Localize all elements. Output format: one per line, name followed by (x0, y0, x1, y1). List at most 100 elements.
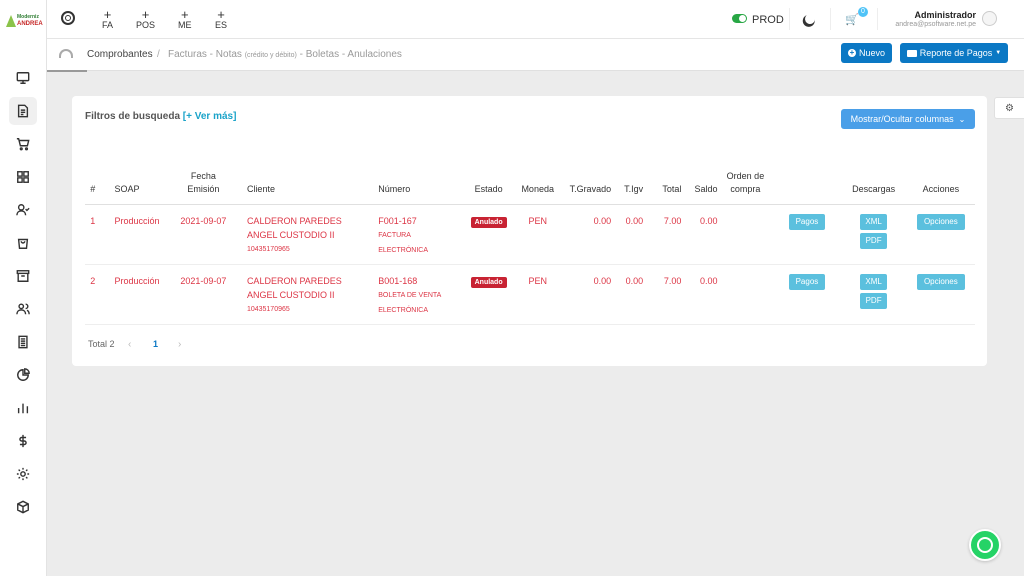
users-icon (16, 303, 30, 315)
sidebar-item-clients[interactable] (9, 196, 37, 224)
brand-logo[interactable]: Moderniz ANDREA (6, 13, 43, 31)
new-button[interactable]: + Nuevo (841, 43, 892, 63)
plus-icon: + (103, 7, 112, 22)
sidebar-item-finance[interactable] (9, 361, 37, 389)
cell-igv: 0.00 (611, 264, 644, 325)
document-type-line2: ELECTRÓNICA (378, 306, 428, 314)
toggle-columns-button[interactable]: Mostrar/Ocultar columnas ⌄ (841, 109, 975, 129)
sidebar-item-inventory[interactable] (9, 262, 37, 290)
payment-report-label: Reporte de Pagos (919, 48, 993, 58)
sidebar-item-settings[interactable] (9, 460, 37, 488)
sidebar-item-modules[interactable] (9, 493, 37, 521)
col-moneda: Moneda (511, 166, 564, 205)
breadcrumb-current-suffix: - Boletas - Anulaciones (299, 49, 402, 60)
new-button-label: Nuevo (858, 48, 885, 58)
col-numero: Número (368, 166, 466, 205)
cell-soap: Producción (100, 264, 170, 325)
target-icon[interactable] (61, 11, 75, 25)
gear-icon (16, 467, 30, 481)
gears-icon: ⚙ (1005, 102, 1014, 114)
sidebar-item-dashboard[interactable] (9, 64, 37, 92)
avatar[interactable] (982, 11, 997, 26)
environment-label: PROD (752, 14, 784, 26)
pagination: Total 2 ‹ 1 › (88, 339, 181, 350)
dashboard-gauge-icon (59, 49, 73, 58)
quick-link-es[interactable]: + ES (215, 8, 228, 30)
shopping-bag-icon (17, 238, 29, 249)
client-name-line1: CALDERON PAREDES (246, 215, 342, 226)
document-type-line2: ELECTRÓNICA (378, 246, 428, 254)
cell-estado: Anulado (465, 204, 512, 265)
payments-button[interactable]: Pagos (788, 273, 826, 290)
cell-moneda: PEN (511, 264, 564, 325)
environment-toggle[interactable] (732, 14, 747, 23)
sidebar: Moderniz ANDREA (0, 0, 47, 576)
options-button[interactable]: Opciones (916, 213, 965, 230)
plus-circle-icon: + (847, 48, 856, 57)
breadcrumb-root[interactable]: Comprobantes (87, 49, 153, 60)
cart-icon (16, 138, 30, 151)
quick-link-label: ES (215, 20, 228, 30)
sidebar-item-users[interactable] (9, 295, 37, 323)
documents-table: # SOAP Fecha Emisión Cliente Número Estad… (85, 166, 975, 325)
cell-saldo: 0.00 (681, 264, 718, 325)
client-name-line2: ANGEL CUSTODIO II (246, 229, 335, 240)
logo-mark-icon (6, 15, 16, 27)
col-soap: SOAP (100, 166, 170, 205)
divider (877, 8, 878, 30)
sidebar-item-receipts[interactable] (9, 328, 37, 356)
cell-moneda: PEN (511, 204, 564, 265)
whatsapp-icon[interactable] (969, 529, 1001, 561)
cart-icon[interactable]: 🛒 (845, 13, 859, 26)
cell-numero: B001-168 BOLETA DE VENTA ELECTRÓNICA (368, 264, 466, 325)
col-fecha: Fecha Emisión (169, 166, 237, 205)
breadcrumb-current-small: (crédito y débito) (244, 52, 297, 59)
download-xml-button[interactable]: XML (860, 273, 888, 290)
cell-gravado: 0.00 (563, 204, 612, 265)
sidebar-item-payments[interactable] (9, 427, 37, 455)
table-row: 2 Producción 2021-09-07 CALDERON PAREDES… (85, 264, 975, 325)
cell-pagos: Pagos (773, 204, 841, 265)
options-button[interactable]: Opciones (916, 273, 965, 290)
moon-icon[interactable] (803, 12, 817, 26)
caret-down-icon: ▼ (995, 50, 1002, 56)
quick-link-pos[interactable]: + POS (136, 8, 155, 30)
download-xml-button[interactable]: XML (860, 213, 888, 230)
document-icon (17, 104, 29, 118)
plus-icon: + (180, 7, 189, 22)
cell-cliente: CALDERON PAREDES ANGEL CUSTODIO II 10435… (236, 264, 369, 325)
grid-icon (17, 171, 29, 183)
col-descargas: Descargas (840, 166, 907, 205)
show-more-filters-link[interactable]: [+ Ver más] (183, 111, 237, 122)
table-header-row: # SOAP Fecha Emisión Cliente Número Estad… (85, 166, 975, 205)
quick-link-fa[interactable]: + FA (102, 7, 113, 30)
user-check-icon (16, 204, 30, 216)
user-email: andrea@psoftware.net.pe (895, 21, 976, 28)
sidebar-item-products[interactable] (9, 229, 37, 257)
col-fecha-l1: Fecha (190, 170, 216, 181)
client-name-line1: CALDERON PAREDES (246, 275, 342, 286)
next-page-button[interactable]: › (178, 339, 181, 350)
col-orden-l2: compra (730, 183, 761, 194)
sidebar-item-documents[interactable] (9, 97, 37, 125)
brand-line1: Moderniz (17, 14, 39, 20)
page-1-button[interactable]: 1 (153, 339, 158, 349)
sidebar-item-apps[interactable] (9, 163, 37, 191)
settings-panel-toggle[interactable]: ⚙ (994, 97, 1024, 119)
quick-link-me[interactable]: + ME (178, 7, 192, 30)
user-name[interactable]: Administrador (914, 10, 976, 20)
col-acciones: Acciones (906, 166, 975, 205)
breadcrumb-bar: Comprobantes / Facturas - Notas (crédito… (47, 39, 1024, 72)
cell-acciones: Opciones (906, 264, 975, 325)
sidebar-item-reports[interactable] (9, 394, 37, 422)
cell-fecha: 2021-09-07 (169, 204, 237, 265)
payments-button[interactable]: Pagos (788, 213, 826, 230)
sidebar-item-sales[interactable] (9, 130, 37, 158)
download-pdf-button[interactable]: PDF (860, 232, 888, 249)
download-pdf-button[interactable]: PDF (860, 292, 888, 309)
divider (789, 8, 790, 30)
status-badge: Anulado (470, 216, 507, 228)
payment-report-button[interactable]: Reporte de Pagos ▼ (900, 43, 1008, 63)
dollar-icon (19, 434, 27, 448)
prev-page-button[interactable]: ‹ (128, 339, 131, 350)
